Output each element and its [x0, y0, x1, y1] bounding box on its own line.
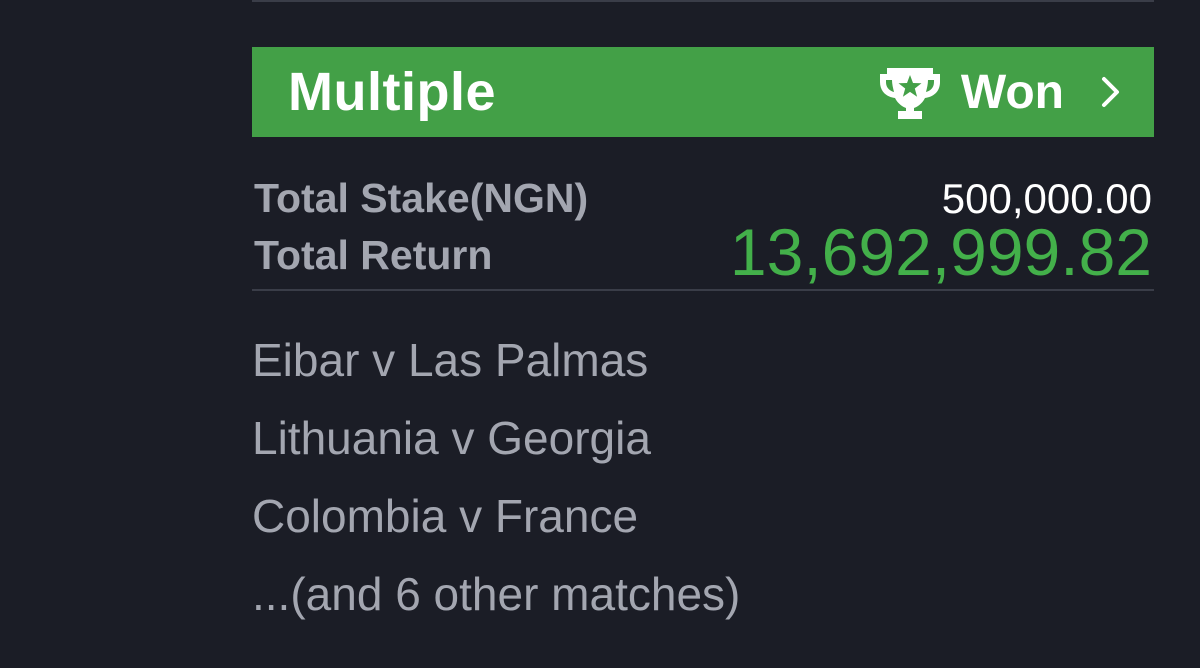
top-divider: [252, 0, 1154, 2]
total-stake-label: Total Stake(NGN): [254, 175, 589, 221]
trophy-icon: [879, 64, 941, 120]
bet-summary: Total Stake(NGN) 500,000.00 Total Return…: [252, 137, 1154, 291]
bet-status-group: Won: [879, 64, 1122, 120]
chevron-right-icon: [1100, 75, 1122, 109]
bet-status-label: Won: [960, 65, 1064, 119]
bet-header-bar[interactable]: Multiple Won: [252, 47, 1154, 137]
match-list: Eibar v Las Palmas Lithuania v Georgia C…: [252, 333, 740, 645]
total-return-label: Total Return: [254, 232, 493, 278]
total-return-value: 13,692,999.82: [729, 215, 1152, 289]
bet-type-label: Multiple: [288, 62, 496, 122]
match-item: Eibar v Las Palmas: [252, 334, 649, 386]
other-matches-note: ...(and 6 other matches): [252, 568, 741, 620]
bet-card: Multiple Won Total Stake(NGN) 500,000.00…: [252, 47, 1154, 291]
match-item: Lithuania v Georgia: [252, 412, 651, 464]
match-item: Colombia v France: [252, 490, 639, 542]
